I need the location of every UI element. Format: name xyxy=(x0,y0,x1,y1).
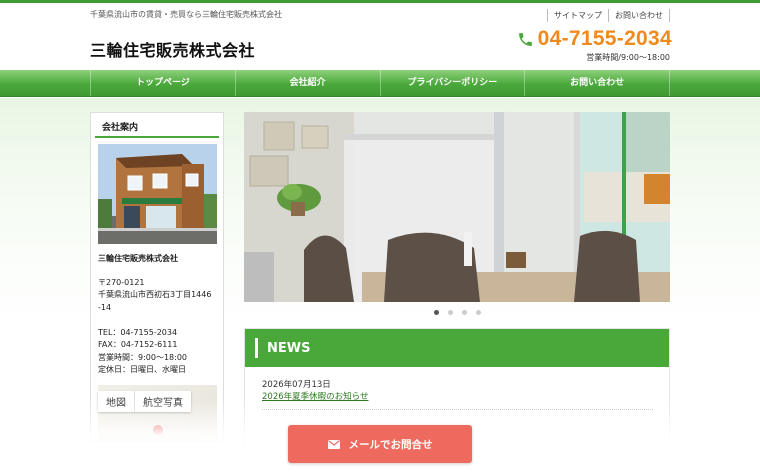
tel-number[interactable]: TEL：04-7155-2034 xyxy=(98,327,216,340)
office-building-photo xyxy=(98,144,217,244)
news-link[interactable]: 2026年夏季休暇のお知らせ xyxy=(262,392,368,402)
address-line-2: -14 xyxy=(98,302,112,312)
slider-dot-3[interactable] xyxy=(461,310,467,315)
mail-button-label: メールでお問合せ xyxy=(348,438,433,451)
office-interior-photo xyxy=(244,112,670,302)
postal-code: 〒270-0121 xyxy=(98,277,145,287)
global-nav: トップページ 会社紹介 プライバシーポリシー お問い合わせ xyxy=(0,70,760,97)
header-phone[interactable]: 04-7155-2034 xyxy=(517,27,672,51)
fax-number: FAX：04-7152-6111 xyxy=(98,340,178,349)
address-line-1: 千葉県流山市西初石3丁目1446 xyxy=(98,290,212,299)
mail-contact-button[interactable]: メールでお問合せ xyxy=(288,425,472,463)
site-header: 千葉県流山市の賃貸・売買なら三輪住宅販売株式会社 三輪住宅販売株式会社 サイトマ… xyxy=(0,3,760,70)
google-map[interactable]: 地図 航空写真 xyxy=(98,385,217,441)
news-header: NEWS xyxy=(245,329,669,367)
sidebar-company-name: 三輪住宅販売株式会社 xyxy=(98,254,178,263)
map-tab-satellite[interactable]: 航空写真 xyxy=(135,391,191,412)
news-item: 2026年07月13日 2026年夏季休暇のお知らせ xyxy=(262,367,653,410)
nav-item-company[interactable]: 会社紹介 xyxy=(234,70,380,96)
nav-item-top[interactable]: トップページ xyxy=(90,70,235,96)
company-info-sidebar: 会社案内 三輪住宅販売株式会社 〒270-0121 千葉県流山市西初石3丁目14… xyxy=(90,112,224,442)
map-tab-map[interactable]: 地図 xyxy=(98,391,135,412)
news-header-bar xyxy=(255,338,258,358)
company-details: 三輪住宅販売株式会社 〒270-0121 千葉県流山市西初石3丁目1446 -1… xyxy=(91,253,223,377)
news-date: 2026年07月13日 xyxy=(262,380,331,390)
nav-item-contact[interactable]: お問い合わせ xyxy=(524,70,670,96)
slider-dot-4[interactable] xyxy=(475,310,481,315)
slider-dot-2[interactable] xyxy=(447,310,453,315)
sitemap-link[interactable]: サイトマップ xyxy=(547,9,608,22)
map-type-tabs: 地図 航空写真 xyxy=(98,391,191,412)
sidebar-hours: 営業時間：9:00〜18:00 xyxy=(98,352,188,362)
contact-link[interactable]: お問い合わせ xyxy=(608,9,670,22)
slider-dots xyxy=(244,310,670,315)
site-tagline: 千葉県流山市の賃貸・売買なら三輪住宅販売株式会社 xyxy=(90,10,282,19)
main-content: 会社案内 三輪住宅販売株式会社 〒270-0121 千葉県流山市西初石3丁目14… xyxy=(0,98,760,475)
phone-icon xyxy=(518,32,532,46)
phone-number: 04-7155-2034 xyxy=(537,27,672,50)
nav-item-privacy[interactable]: プライバシーポリシー xyxy=(379,70,525,96)
sidebar-title: 会社案内 xyxy=(95,113,219,138)
site-logo[interactable]: 三輪住宅販売株式会社 xyxy=(90,37,255,61)
news-title: NEWS xyxy=(267,340,311,356)
header-links: サイトマップ お問い合わせ xyxy=(547,9,670,22)
hero-slider[interactable] xyxy=(244,112,670,302)
slider-dot-1[interactable] xyxy=(433,310,439,315)
mail-icon xyxy=(327,439,340,449)
holidays: 定休日：日曜日、水曜日 xyxy=(98,365,186,374)
business-hours: 営業時間/9:00〜18:00 xyxy=(586,53,670,62)
map-pin-icon xyxy=(153,425,163,435)
